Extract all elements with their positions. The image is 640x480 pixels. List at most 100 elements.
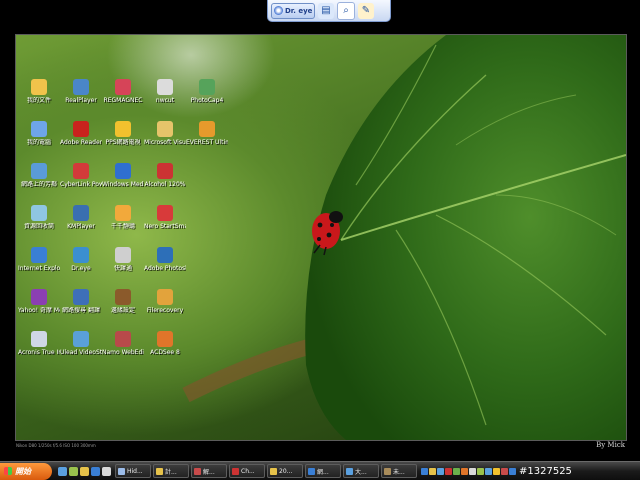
filerecovery-icon [157, 289, 173, 305]
acdsee-icon [157, 331, 173, 347]
tray-icon[interactable] [429, 467, 436, 475]
taskbar-button[interactable]: 網... [305, 464, 341, 478]
photoshop-icon [157, 247, 173, 263]
taskbar-button-label: 網... [317, 468, 329, 476]
tray-icon[interactable] [421, 467, 428, 475]
namo-icon [115, 331, 131, 347]
dreye-logo-button[interactable]: Dr. eye [271, 2, 315, 19]
desktop-icon[interactable]: Acronis True Image Ho... [18, 331, 60, 356]
desktop-icon[interactable]: 千千靜聽 [102, 205, 144, 230]
taskbar-buttons: Hid... 計... 解... Ch... 20... 網... 大... 未… [115, 464, 417, 478]
taskbar-button-label: Hid... [127, 467, 143, 475]
start-button[interactable]: 開始 [0, 462, 52, 480]
desktop-icon[interactable]: 網路搜尋 翻譯 [60, 289, 102, 314]
taskbar-button[interactable]: 計... [153, 464, 189, 478]
tray-icon[interactable] [469, 467, 476, 475]
desktop-icon[interactable]: EVEREST Ultima... [186, 121, 228, 146]
quick-launch-icon[interactable] [80, 466, 89, 476]
tray-icon[interactable] [501, 467, 508, 475]
taskbar-button[interactable]: 20... [267, 464, 303, 478]
desktop-icon[interactable]: PPS網路電視 [102, 121, 144, 146]
clock-text: #1327525 [519, 465, 572, 477]
taskbar-button[interactable]: 大... [343, 464, 379, 478]
web-search-icon [73, 289, 89, 305]
tray-icon[interactable] [509, 467, 516, 475]
desktop-icon[interactable]: Microsoft Visual C++... [144, 121, 186, 146]
tray-icon[interactable] [477, 467, 484, 475]
desktop-icon[interactable]: Ulead VideoStudio 11 [60, 331, 102, 356]
desktop-icon[interactable]: REGMAGNEC [102, 79, 144, 104]
tray-icon[interactable] [437, 467, 444, 475]
desktop-icon[interactable]: PhotoCap4 [186, 79, 228, 104]
desktop-icon[interactable]: 我的電腦 [18, 121, 60, 146]
taskbar-button-label: 大... [355, 468, 367, 476]
media-player-icon [115, 163, 131, 179]
tray-icon[interactable] [445, 467, 452, 475]
desktop-icon[interactable]: 我的文件 [18, 79, 60, 104]
desktop-icon[interactable]: Filerecovery [144, 289, 186, 314]
computer-icon [31, 121, 47, 137]
taskbar-button[interactable]: Ch... [229, 464, 265, 478]
regmagnec-icon [115, 79, 131, 95]
taskbar-button[interactable]: 未... [381, 464, 417, 478]
ttplayer-icon [115, 205, 131, 221]
quick-launch-icon[interactable] [102, 466, 111, 476]
desktop-icon[interactable]: nwcut [144, 79, 186, 104]
edit-icon[interactable]: ✎ [358, 2, 374, 19]
tray-icon[interactable] [493, 467, 500, 475]
system-tray [421, 467, 516, 475]
taskbar-button[interactable]: 解... [191, 464, 227, 478]
window-icon [118, 467, 125, 475]
document-icon [384, 467, 391, 475]
desktop-icon[interactable]: CyberLink PowerDVD [60, 163, 102, 188]
camera-info-text: Nikon D80 1/250s f/5.6 ISO 100 300mm [16, 443, 96, 448]
desktop-icon[interactable]: Dr.eye [60, 247, 102, 272]
desktop-wallpaper: 我的文件 我的電腦 網路上的芳鄰 資源回收筒 Internet Explorer… [15, 34, 627, 441]
quick-launch-icon[interactable] [58, 466, 67, 476]
desktop-icon[interactable]: Adobe Photosh... [144, 247, 186, 272]
visual-cpp-icon [157, 121, 173, 137]
desktop-icon[interactable]: 網路上的芳鄰 [18, 163, 60, 188]
quick-launch-icon[interactable] [69, 466, 78, 476]
wallpaper-byline: By Mick [596, 441, 625, 449]
folder-icon [156, 467, 163, 475]
browser-icon [308, 467, 315, 475]
dreye-logo-icon [274, 6, 283, 15]
tray-icon[interactable] [461, 467, 468, 475]
windows-logo-icon [4, 467, 12, 475]
quick-launch-icon[interactable] [91, 466, 100, 476]
search-icon[interactable]: ⌕ [337, 1, 355, 20]
desktop-icon[interactable]: 資源回收筒 [18, 205, 60, 230]
desktop-icon[interactable]: 邊緣設定 [102, 289, 144, 314]
desktop-icon[interactable]: ACDSee 8 [144, 331, 186, 356]
desktop-icon[interactable]: Adobe Reader 8 [60, 121, 102, 146]
start-label: 開始 [15, 466, 31, 476]
pps-tv-icon [115, 121, 131, 137]
tray-icon[interactable] [485, 467, 492, 475]
desktop-icon[interactable]: KMPlayer [60, 205, 102, 230]
desktop-icon[interactable]: Windows Media Player [102, 163, 144, 188]
recycle-bin-icon [31, 205, 47, 221]
adobe-reader-icon [73, 121, 89, 137]
desktop-icon[interactable]: Namo WebEditor 6 [102, 331, 144, 356]
taskbar-button[interactable]: Hid... [115, 464, 151, 478]
desktop-icon[interactable]: Alcohol 120% [144, 163, 186, 188]
taskbar: 開始 Hid... 計... 解... Ch... 20... 網... 大..… [0, 461, 640, 480]
desktop-icon[interactable]: Yahoo! 奇摩 Messenger [18, 289, 60, 314]
document-icon[interactable]: ▤ [318, 2, 334, 19]
videostudio-icon [73, 331, 89, 347]
nero-icon [157, 205, 173, 221]
desktop-icon[interactable]: RealPlayer [60, 79, 102, 104]
taskbar-button-label: Ch... [241, 467, 255, 475]
desktop-icon[interactable]: Nero StartSmart [144, 205, 186, 230]
everest-icon [199, 121, 215, 137]
network-icon [31, 163, 47, 179]
taskbar-button-label: 計... [165, 468, 177, 476]
folder-icon [270, 467, 277, 475]
desktop-icon[interactable]: Internet Explorer [18, 247, 60, 272]
tray-icon[interactable] [453, 467, 460, 475]
acronis-icon [31, 331, 47, 347]
scissors-icon [157, 79, 173, 95]
dictionary-icon [115, 247, 131, 263]
desktop-icon[interactable]: 快譯通 [102, 247, 144, 272]
